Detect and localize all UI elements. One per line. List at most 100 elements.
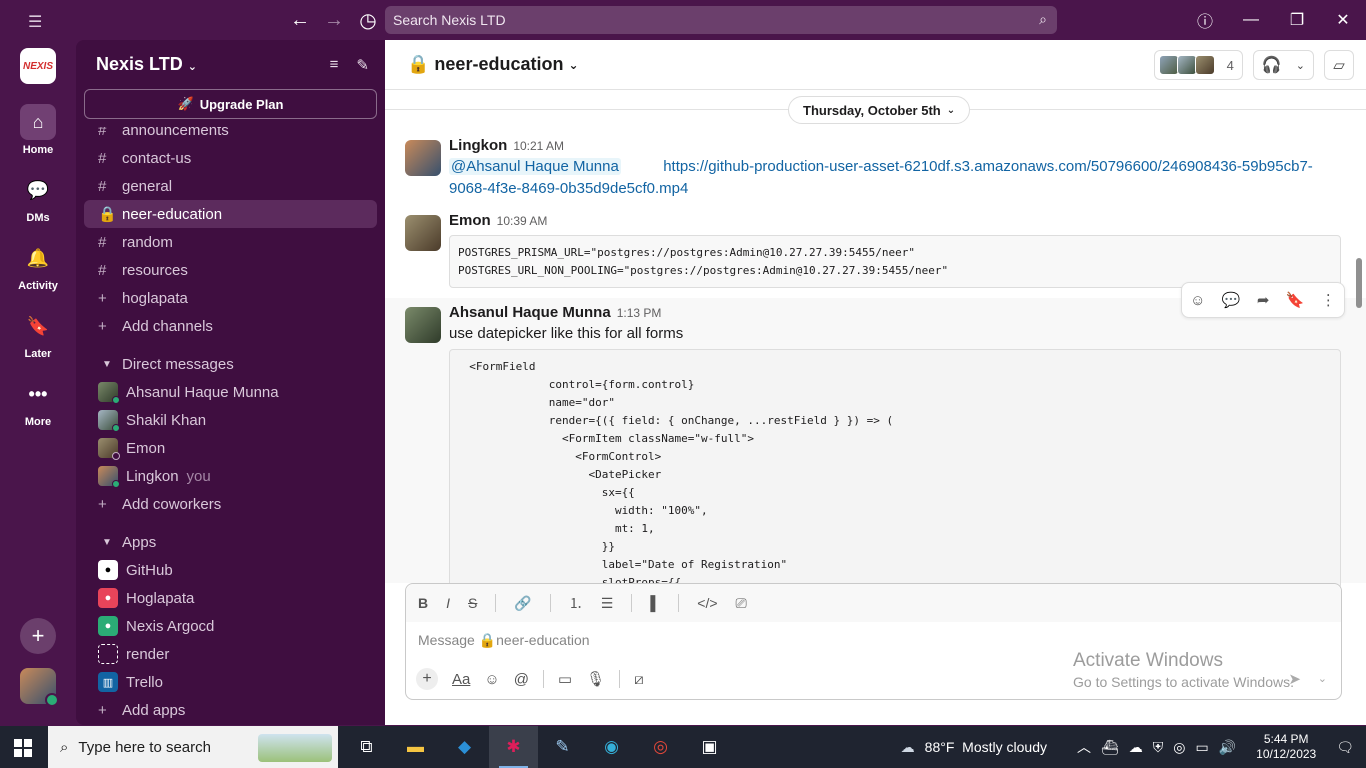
bulleted-list-icon[interactable]: ☰: [601, 595, 614, 612]
cloud-sync-icon[interactable]: ☁: [1129, 739, 1143, 756]
add-coworkers-button[interactable]: + Add coworkers: [84, 490, 377, 518]
app-item[interactable]: render: [84, 640, 377, 668]
code-block-icon[interactable]: ⎚: [736, 595, 747, 612]
rail-dms[interactable]: 💬 DMs: [0, 172, 76, 225]
terminal-icon[interactable]: ▣: [685, 726, 734, 768]
slash-command-icon[interactable]: ⧄: [634, 671, 644, 688]
task-view-icon[interactable]: ⧉: [342, 726, 391, 768]
message-author[interactable]: Ahsanul Haque Munna: [449, 304, 611, 321]
workspace-logo[interactable]: NEXIS: [20, 48, 56, 84]
channel-item[interactable]: + hoglapata: [84, 284, 377, 312]
video-icon[interactable]: ▭: [558, 670, 572, 688]
taskbar-search[interactable]: ⌕ Type here to search: [48, 726, 338, 768]
bold-icon[interactable]: B: [418, 595, 428, 611]
dm-label: Emon: [126, 439, 166, 457]
filter-icon[interactable]: ≡: [330, 56, 339, 74]
attach-plus-icon[interactable]: +: [416, 668, 438, 690]
back-arrow-icon[interactable]: ←: [288, 8, 312, 32]
menu-icon[interactable]: ☰: [28, 12, 48, 31]
search-bar[interactable]: Search Nexis LTD ⌕: [385, 6, 1057, 34]
huddle-button[interactable]: 🎧 ⌄: [1252, 50, 1314, 80]
help-icon[interactable]: ⓘ: [1182, 8, 1228, 32]
message-time[interactable]: 1:13 PM: [617, 306, 662, 320]
user-avatar[interactable]: [20, 668, 59, 707]
paint-icon[interactable]: ✎: [538, 726, 587, 768]
channel-item[interactable]: # announcements: [84, 127, 377, 144]
rail-more[interactable]: ••• More: [0, 376, 76, 429]
code-icon[interactable]: </>: [697, 595, 717, 611]
edge-icon[interactable]: ◉: [587, 726, 636, 768]
chrome-icon[interactable]: ◎: [636, 726, 685, 768]
rail-home[interactable]: ⌂ Home: [0, 104, 76, 156]
avatar: [98, 410, 120, 432]
scrollbar-thumb[interactable]: [1356, 258, 1362, 308]
text-format-icon[interactable]: Aa: [452, 671, 470, 688]
app-item[interactable]: ● Hoglapata: [84, 584, 377, 612]
workspace-name[interactable]: Nexis LTD ⌄: [96, 54, 197, 75]
strikethrough-icon[interactable]: S: [468, 595, 477, 611]
history-clock-icon[interactable]: ◷: [356, 8, 380, 32]
volume-icon[interactable]: 🔊: [1219, 739, 1236, 756]
date-divider[interactable]: Thursday, October 5th ⌄: [788, 96, 971, 124]
weather-text[interactable]: 88°F Mostly cloudy: [925, 739, 1047, 755]
app-label: Hoglapata: [126, 589, 195, 607]
rail-activity[interactable]: 🔔 Activity: [0, 240, 76, 293]
message-time[interactable]: 10:39 AM: [497, 214, 548, 228]
dm-item[interactable]: Ahsanul Haque Munna: [84, 378, 377, 406]
add-apps-button[interactable]: + Add apps: [84, 696, 377, 724]
vscode-icon[interactable]: ◆: [440, 726, 489, 768]
members-button[interactable]: 4: [1153, 50, 1243, 80]
user-mention[interactable]: @Ahsanul Haque Munna: [449, 158, 621, 175]
slack-icon[interactable]: ✱: [489, 726, 538, 768]
shield-icon[interactable]: ⛨: [1153, 739, 1164, 756]
file-explorer-icon[interactable]: ▬: [391, 726, 440, 768]
dm-item[interactable]: Lingkon you: [84, 462, 377, 490]
upgrade-plan-button[interactable]: 🚀 Upgrade Plan: [84, 89, 377, 119]
dm-section-header[interactable]: ▼ Direct messages: [84, 350, 377, 378]
message-time[interactable]: 10:21 AM: [513, 139, 564, 153]
channel-item[interactable]: # contact-us: [84, 144, 377, 172]
close-button[interactable]: ✕: [1320, 10, 1366, 30]
hash-icon: #: [98, 233, 107, 251]
avatar[interactable]: [405, 215, 441, 251]
camera-icon[interactable]: ◎: [1173, 739, 1185, 756]
create-new-button[interactable]: +: [20, 618, 56, 654]
minimize-button[interactable]: —: [1228, 11, 1274, 29]
emoji-icon[interactable]: ☺: [484, 671, 499, 688]
chevron-up-icon[interactable]: ︿: [1077, 737, 1091, 757]
message-input[interactable]: Message 🔒neer-education: [418, 632, 590, 649]
forward-arrow-icon[interactable]: →: [322, 8, 346, 32]
rail-later[interactable]: 🔖 Later: [0, 308, 76, 361]
dm-item[interactable]: Emon: [84, 434, 377, 462]
windows-start-icon[interactable]: [14, 739, 32, 757]
channel-item[interactable]: # random: [84, 228, 377, 256]
message-author[interactable]: Emon: [449, 212, 491, 229]
channel-item[interactable]: # general: [84, 172, 377, 200]
italic-icon[interactable]: I: [446, 595, 450, 611]
avatar[interactable]: [405, 307, 441, 343]
network-icon[interactable]: ▭: [1195, 739, 1208, 756]
app-item[interactable]: ▥ Trello: [84, 668, 377, 696]
blockquote-icon[interactable]: ▌: [650, 595, 660, 611]
microphone-icon[interactable]: 🎙: [586, 670, 605, 688]
app-item[interactable]: ● GitHub: [84, 556, 377, 584]
compose-icon[interactable]: ✎: [356, 56, 369, 74]
notification-icon[interactable]: 🗨: [1336, 739, 1354, 756]
ordered-list-icon[interactable]: ⒈: [569, 593, 583, 613]
dm-item[interactable]: Shakil Khan: [84, 406, 377, 434]
avatar[interactable]: [405, 140, 441, 176]
mention-icon[interactable]: @: [514, 671, 529, 688]
add-channels-button[interactable]: + Add channels: [84, 312, 377, 340]
message-author[interactable]: Lingkon: [449, 137, 507, 154]
docker-icon[interactable]: ⛴: [1101, 739, 1119, 756]
link-icon[interactable]: 🔗: [514, 595, 531, 612]
channel-item[interactable]: # resources: [84, 256, 377, 284]
apps-section-header[interactable]: ▼ Apps: [84, 528, 377, 556]
app-item[interactable]: ● Nexis Argocd: [84, 612, 377, 640]
clock[interactable]: 5:44 PM 10/12/2023: [1256, 732, 1316, 762]
channel-item-active[interactable]: 🔒 neer-education: [84, 200, 377, 228]
canvas-button[interactable]: ▱: [1324, 50, 1354, 80]
chevron-down-icon[interactable]: ⌄: [1318, 672, 1327, 685]
channel-title[interactable]: 🔒 neer-education ⌄: [407, 54, 579, 75]
restore-button[interactable]: ❐: [1274, 10, 1320, 30]
